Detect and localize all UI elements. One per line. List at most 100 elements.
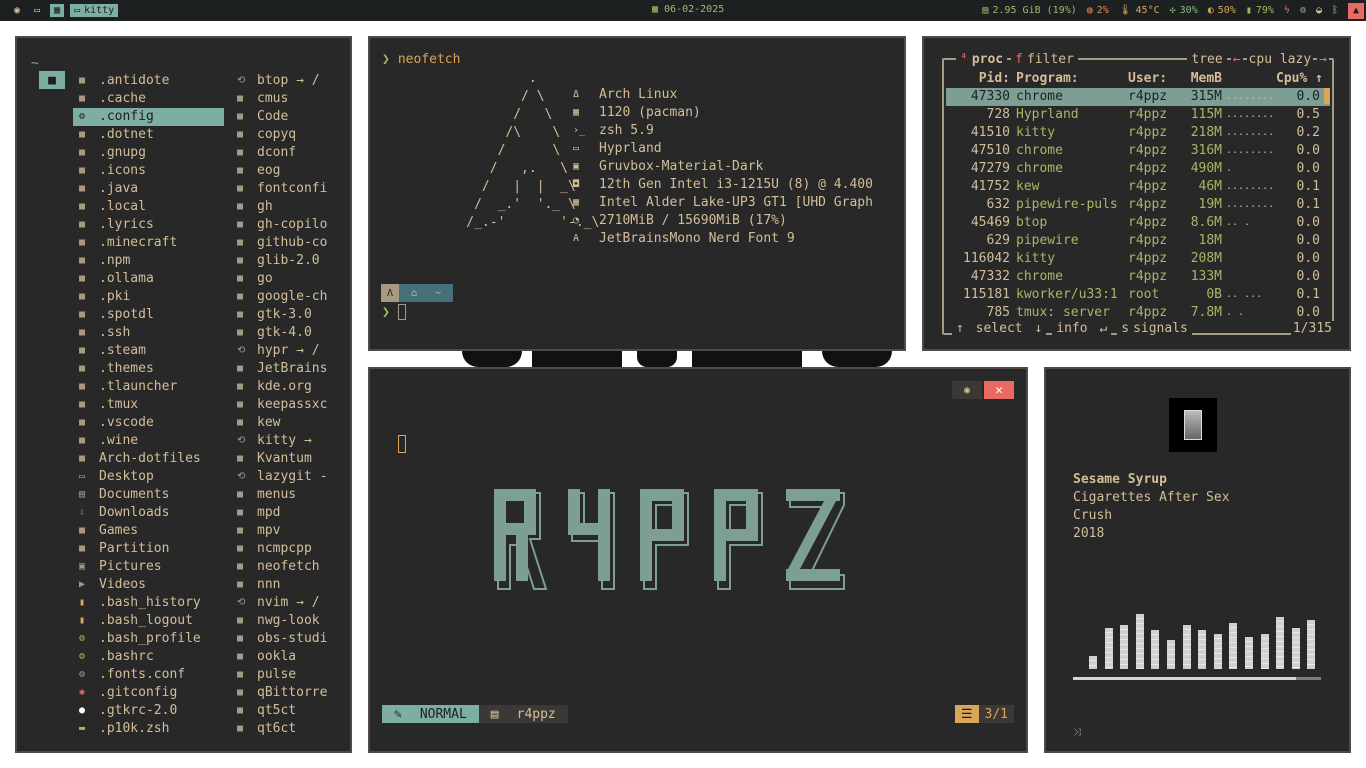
- file-entry[interactable]: ■ go: [237, 270, 349, 288]
- col-program[interactable]: Program:: [1016, 70, 1128, 88]
- file-entry[interactable]: ■ google-ch: [237, 288, 349, 306]
- workspace-grid-icon[interactable]: ▦: [50, 4, 65, 17]
- brightness-indicator[interactable]: ◐ 50%: [1208, 5, 1236, 16]
- toggle-icon[interactable]: ◉: [952, 381, 982, 399]
- file-entry[interactable]: ■ gtk-4.0: [237, 324, 349, 342]
- file-entry[interactable]: ▮ .bash_history: [73, 594, 224, 612]
- file-entry[interactable]: ▬ .p10k.zsh: [73, 720, 224, 738]
- file-entry[interactable]: ▣ Pictures: [73, 558, 224, 576]
- file-entry[interactable]: ⇩ Downloads: [73, 504, 224, 522]
- process-row[interactable]: 116042 kitty r4ppz 208M 0.0: [946, 250, 1330, 268]
- file-entry[interactable]: ■ Games: [73, 522, 224, 540]
- process-row[interactable]: 41752 kew r4ppz 46M........ 0.1: [946, 178, 1330, 196]
- file-entry[interactable]: ▮ .bash_logout: [73, 612, 224, 630]
- col-mem[interactable]: MemB: [1180, 70, 1226, 88]
- clock[interactable]: ▦ 06-02-2025: [652, 4, 724, 15]
- file-entry[interactable]: ⟲ kitty →: [237, 432, 349, 450]
- file-entry[interactable]: ■ .npm: [73, 252, 224, 270]
- workspace-icon[interactable]: ▭: [30, 4, 44, 17]
- close-icon[interactable]: ✕: [984, 381, 1014, 399]
- sort-label[interactable]: cpu lazy: [1246, 51, 1314, 67]
- file-entry[interactable]: ⟲ btop → /: [237, 72, 349, 90]
- file-entry[interactable]: ■ .lyrics: [73, 216, 224, 234]
- active-window-tag[interactable]: ▭ kitty: [70, 4, 119, 17]
- process-row[interactable]: 41510 kitty r4ppz 218M........ 0.2: [946, 124, 1330, 142]
- file-entry[interactable]: ■ glib-2.0: [237, 252, 349, 270]
- file-entry[interactable]: ■ keepassxc: [237, 396, 349, 414]
- file-entry[interactable]: ■ obs-studi: [237, 630, 349, 648]
- battery-indicator[interactable]: ▮ 79%: [1246, 5, 1274, 16]
- file-entry[interactable]: ■ pulse: [237, 666, 349, 684]
- btop-window[interactable]: ⁴ proc f filter tree ← cpu lazy → Pid: Pro…: [922, 36, 1351, 351]
- temperature-indicator[interactable]: 🌡︎ 45°C: [1119, 5, 1160, 16]
- process-row[interactable]: 728 Hyprland r4ppz 115M........ 0.5: [946, 106, 1330, 124]
- power-profile-icon[interactable]: ϟ: [1284, 5, 1290, 16]
- file-entry[interactable]: ■ .tmux: [73, 396, 224, 414]
- file-entry[interactable]: ■ .wine: [73, 432, 224, 450]
- file-entry[interactable]: ■ Arch-dotfiles: [73, 450, 224, 468]
- process-row[interactable]: 629 pipewire r4ppz 18M 0.0: [946, 232, 1330, 250]
- file-entry[interactable]: ⟲ lazygit -: [237, 468, 349, 486]
- file-entry[interactable]: ■ .java: [73, 180, 224, 198]
- file-entry[interactable]: ■ mpv: [237, 522, 349, 540]
- scrollbar[interactable]: [1324, 88, 1330, 104]
- file-entry[interactable]: ⚙ .bashrc: [73, 648, 224, 666]
- file-entry[interactable]: ■ gtk-3.0: [237, 306, 349, 324]
- file-entry[interactable]: ■ cmus: [237, 90, 349, 108]
- tree-button[interactable]: tree: [1187, 51, 1227, 67]
- memory-indicator[interactable]: ▤ 2.95 GiB (19%): [982, 5, 1076, 16]
- file-entry[interactable]: ■ mpd: [237, 504, 349, 522]
- file-entry[interactable]: ▶ Videos: [73, 576, 224, 594]
- file-entry[interactable]: ■ .local: [73, 198, 224, 216]
- file-entry[interactable]: ■ .minecraft: [73, 234, 224, 252]
- file-entry[interactable]: ■ .themes: [73, 360, 224, 378]
- file-entry[interactable]: ■ nnn: [237, 576, 349, 594]
- music-player-window[interactable]: Sesame Syrup Cigarettes After Sex Crush …: [1044, 367, 1351, 753]
- file-entry[interactable]: ⟲ nvim → /: [237, 594, 349, 612]
- process-row[interactable]: 785 tmux: server r4ppz 7.8M . . 0.0: [946, 304, 1330, 322]
- process-row[interactable]: 47332 chrome r4ppz 133M 0.0: [946, 268, 1330, 286]
- file-entry[interactable]: ■ JetBrains: [237, 360, 349, 378]
- cpu-indicator[interactable]: ◍ 2%: [1087, 5, 1109, 16]
- neofetch-terminal-window[interactable]: ❯ neofetch . / \ / \ /\ \ / \ / ,. \ / | …: [368, 36, 906, 351]
- file-entry[interactable]: ■ ookla: [237, 648, 349, 666]
- file-entry[interactable]: ■ kde.org: [237, 378, 349, 396]
- folder-icon[interactable]: ■: [39, 71, 65, 89]
- process-row[interactable]: 47279 chrome r4ppz 490M. 0.0: [946, 160, 1330, 178]
- file-entry[interactable]: ■ gh-copilo: [237, 216, 349, 234]
- file-entry[interactable]: ■ kew: [237, 414, 349, 432]
- file-entry[interactable]: ● .gtkrc-2.0: [73, 702, 224, 720]
- file-entry[interactable]: ■ menus: [237, 486, 349, 504]
- bluetooth-icon[interactable]: ᛒ: [1332, 5, 1338, 16]
- input-line[interactable]: ❯: [382, 304, 406, 320]
- file-entry[interactable]: ✱ .gitconfig: [73, 684, 224, 702]
- nvim-window[interactable]: ◉ ✕ ✎ NORMAL ▤ r4ppz ☰ 3/1: [368, 367, 1028, 753]
- process-row[interactable]: 47330 chrome r4ppz 315M........ 0.0: [946, 88, 1330, 106]
- filter-button[interactable]: f filter: [1011, 51, 1078, 67]
- file-entry[interactable]: ■ .steam: [73, 342, 224, 360]
- process-row[interactable]: 45469 btop r4ppz 8.6M .. . 0.0: [946, 214, 1330, 232]
- file-entry[interactable]: ⚙ .config: [73, 108, 224, 126]
- file-entry[interactable]: ■ Partition: [73, 540, 224, 558]
- file-entry[interactable]: ■ .dotnet: [73, 126, 224, 144]
- file-entry[interactable]: ▤ Documents: [73, 486, 224, 504]
- file-entry[interactable]: ■ .icons: [73, 162, 224, 180]
- signals-button[interactable]: s signals: [1117, 321, 1192, 336]
- col-pid[interactable]: Pid:: [946, 70, 1016, 88]
- file-entry[interactable]: ■ dconf: [237, 144, 349, 162]
- file-manager-window[interactable]: ~ ■ ■ .antidote ■ .cache ⚙ .config ■ .dotnet ■ .g…: [15, 36, 352, 753]
- file-entry[interactable]: ■ .vscode: [73, 414, 224, 432]
- process-row[interactable]: 632 pipewire-puls r4ppz 19M........ 0.1: [946, 196, 1330, 214]
- file-entry[interactable]: ▭ Desktop: [73, 468, 224, 486]
- file-entry[interactable]: ■ ncmpcpp: [237, 540, 349, 558]
- file-entry[interactable]: ⚙ .bash_profile: [73, 630, 224, 648]
- file-entry[interactable]: ■ nwg-look: [237, 612, 349, 630]
- file-entry[interactable]: ■ Code: [237, 108, 349, 126]
- wifi-icon[interactable]: ◒: [1316, 5, 1322, 16]
- file-entry[interactable]: ■ .cache: [73, 90, 224, 108]
- file-entry[interactable]: ■ .gnupg: [73, 144, 224, 162]
- sort-prev-icon[interactable]: ←: [1230, 51, 1243, 67]
- file-entry[interactable]: ■ copyq: [237, 126, 349, 144]
- file-entry[interactable]: ■ .ssh: [73, 324, 224, 342]
- shuffle-icon[interactable]: ⤨: [1073, 727, 1081, 738]
